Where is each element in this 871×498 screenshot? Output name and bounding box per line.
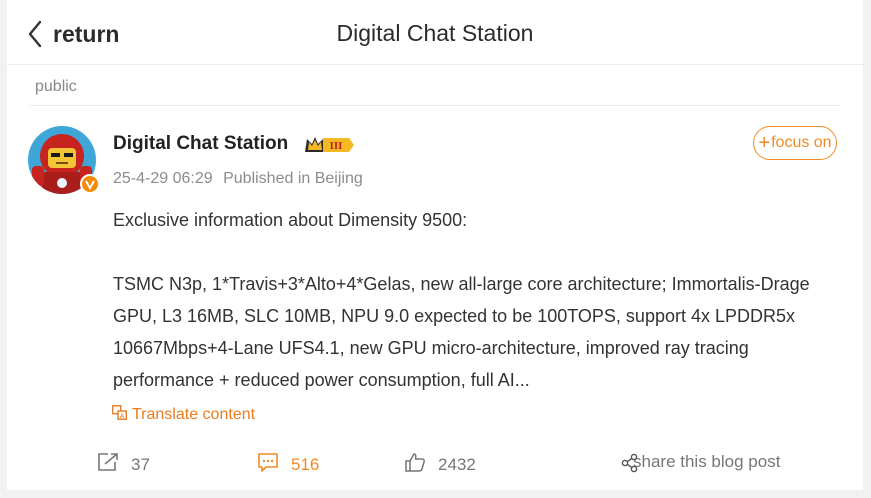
page-title: Digital Chat Station xyxy=(336,20,534,46)
avatar[interactable] xyxy=(28,126,100,194)
author-name[interactable]: Digital Chat Station xyxy=(113,133,288,155)
verified-badge-icon xyxy=(80,174,100,194)
post-location: Published in Beijing xyxy=(223,170,363,187)
share-label: share this blog post xyxy=(633,452,781,471)
comment-count: 516 xyxy=(291,454,320,474)
post-timestamp: 25-4-29 06:29 xyxy=(113,170,213,187)
post-paragraph: TSMC N3p, 1*Travis+3*Alto+4*Gelas, new a… xyxy=(113,274,810,390)
comment-icon xyxy=(257,452,291,477)
divider xyxy=(29,105,841,106)
repost-button[interactable]: 37 xyxy=(97,452,150,477)
crown-badge-icon: III xyxy=(303,134,355,156)
share-button[interactable]: share this blog post xyxy=(621,452,781,473)
badge-level: III xyxy=(330,140,343,152)
plus-icon: + xyxy=(758,132,771,154)
action-bar: 37 516 2432 share this blog post xyxy=(7,446,863,486)
translate-link[interactable]: A Translate content xyxy=(112,405,255,425)
translate-label: Translate content xyxy=(132,406,256,423)
post-meta: 25-4-29 06:29 Published in Beijing xyxy=(113,170,363,188)
post-page: return Digital Chat Station public Digit… xyxy=(7,0,863,498)
repost-count: 37 xyxy=(131,454,150,474)
post-body: Exclusive information about Dimensity 95… xyxy=(113,204,843,396)
bottom-divider xyxy=(7,490,863,498)
top-bar: return Digital Chat Station xyxy=(7,0,863,65)
share-icon xyxy=(621,453,651,478)
translate-icon: A xyxy=(112,405,132,425)
like-button[interactable]: 2432 xyxy=(404,452,476,477)
thumbs-up-icon xyxy=(404,452,438,477)
svg-text:A: A xyxy=(120,412,125,420)
post-paragraph: Exclusive information about Dimensity 95… xyxy=(113,210,468,230)
repost-icon xyxy=(97,452,131,477)
follow-button[interactable]: + focus on xyxy=(753,126,837,160)
follow-label: focus on xyxy=(771,134,832,151)
visibility-label: public xyxy=(35,78,77,95)
like-count: 2432 xyxy=(438,454,476,474)
comment-button[interactable]: 516 xyxy=(257,452,319,477)
